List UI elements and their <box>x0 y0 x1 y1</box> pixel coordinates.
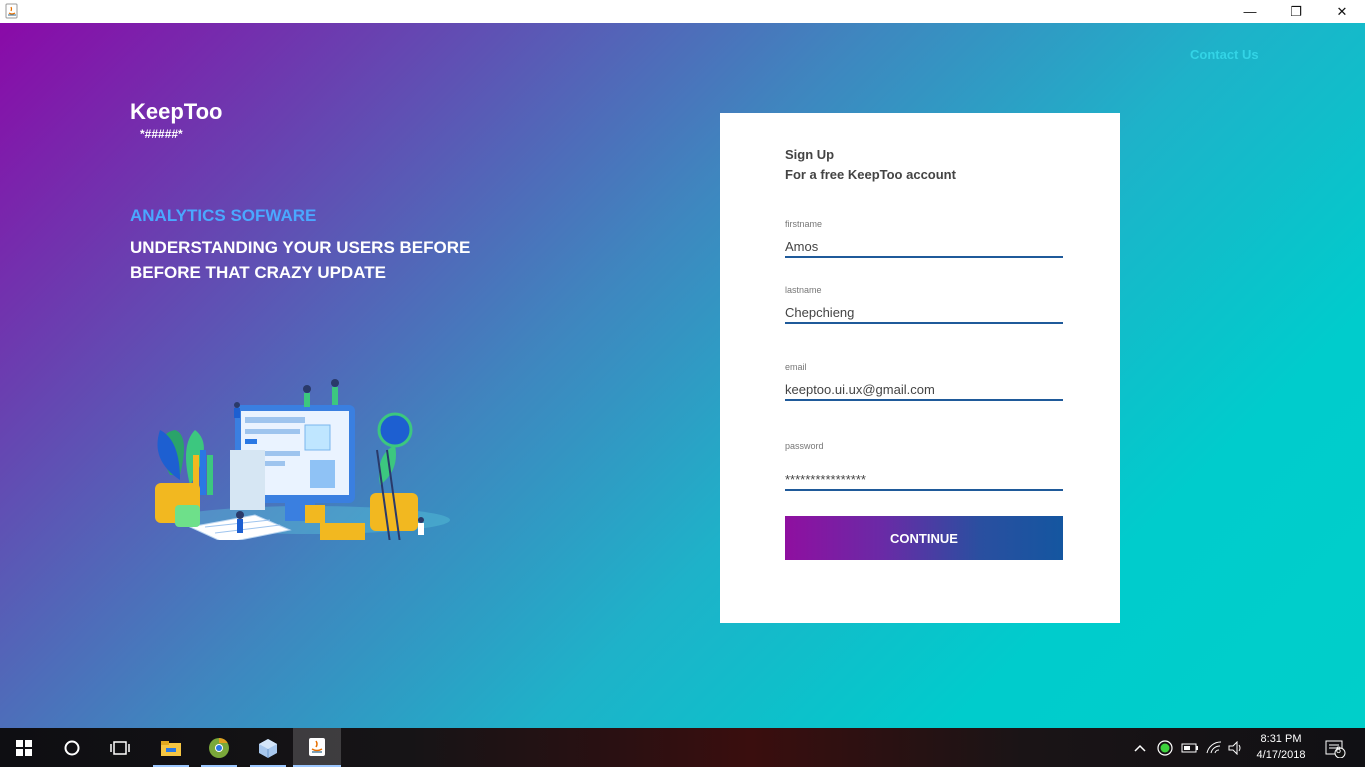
task-view-icon[interactable] <box>96 728 144 767</box>
lastname-field[interactable] <box>785 302 1063 324</box>
clock-time: 8:31 PM <box>1260 733 1302 745</box>
app-background: Contact Us KeepToo *#####* ANALYTICS SOF… <box>0 23 1365 728</box>
brand-subtitle: *#####* <box>140 127 183 141</box>
show-hidden-icons-icon[interactable] <box>1133 728 1147 767</box>
email-label: email <box>785 362 807 372</box>
wifi-icon[interactable] <box>1206 728 1222 767</box>
minimize-button[interactable]: — <box>1227 0 1273 23</box>
password-label: password <box>785 441 824 451</box>
email-field[interactable] <box>785 379 1063 401</box>
chrome-icon[interactable] <box>195 728 243 767</box>
file-explorer-icon[interactable] <box>147 728 195 767</box>
status-dot-icon[interactable] <box>1157 728 1173 767</box>
hero-headline: UNDERSTANDING YOUR USERS BEFORE BEFORE T… <box>130 238 471 282</box>
firstname-field[interactable] <box>785 236 1063 258</box>
signup-title: Sign Up <box>785 147 835 162</box>
close-button[interactable]: ✕ <box>1319 0 1365 23</box>
java-icon <box>4 3 20 19</box>
lastname-label: lastname <box>785 285 822 295</box>
signup-card: Sign Up For a free KeepToo account first… <box>720 113 1120 623</box>
firstname-label: firstname <box>785 219 823 229</box>
battery-icon[interactable] <box>1181 728 1199 767</box>
action-center-icon[interactable]: 8 <box>1324 728 1346 767</box>
taskbar-clock[interactable]: 8:31 PM 4/17/2018 <box>1250 731 1312 763</box>
volume-icon[interactable] <box>1228 728 1244 767</box>
cortana-search-icon[interactable] <box>48 728 96 767</box>
notification-count: 8 <box>1336 745 1342 755</box>
signup-subtitle: For a free KeepToo account <box>785 167 956 182</box>
java-app-icon[interactable] <box>293 728 341 767</box>
clock-date: 4/17/2018 <box>1256 749 1306 761</box>
windows-start-icon[interactable] <box>0 728 48 767</box>
hero-tagline: ANALYTICS SOFWARE <box>130 206 317 225</box>
analytics-illustration <box>155 379 450 540</box>
continue-button[interactable]: CONTINUE <box>785 516 1063 560</box>
password-field[interactable] <box>785 469 1063 491</box>
virtualbox-icon[interactable] <box>244 728 292 767</box>
contact-us-link[interactable]: Contact Us <box>1190 47 1259 62</box>
windows-taskbar: 8:31 PM 4/17/2018 8 <box>0 728 1365 767</box>
window-titlebar: — ❐ ✕ <box>0 0 1365 23</box>
brand-name: KeepToo <box>130 99 223 124</box>
maximize-button[interactable]: ❐ <box>1273 0 1319 23</box>
